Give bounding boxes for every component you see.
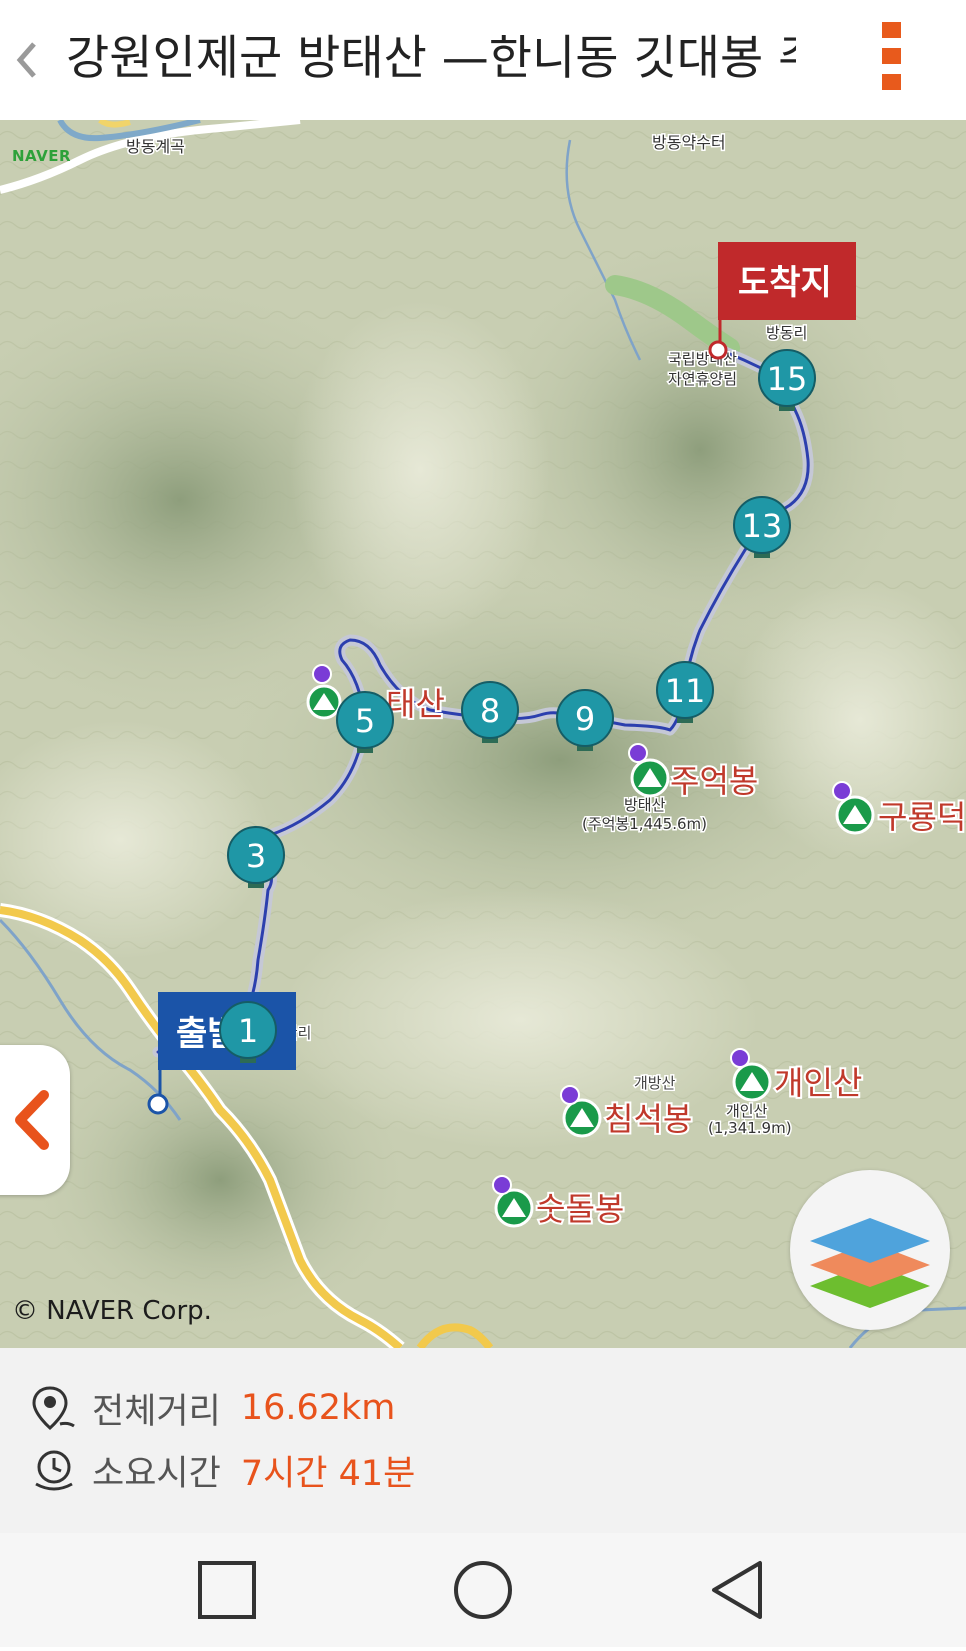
- collapse-panel-button[interactable]: [0, 1045, 70, 1195]
- waypoint-number: 13: [742, 507, 783, 545]
- back-button[interactable]: [8, 30, 44, 90]
- label-bangtae: 태산: [386, 685, 445, 723]
- label-gaein-sub1: 개인산: [726, 1102, 768, 1120]
- layers-button[interactable]: [790, 1170, 950, 1330]
- label-jueok-sub2: (주억봉1,445.6m): [582, 815, 707, 833]
- layers-icon: [810, 1218, 930, 1308]
- label-jueok: 주억봉: [670, 762, 758, 800]
- distance-value: 16.62km: [240, 1388, 396, 1428]
- chevron-left-icon: [15, 1090, 49, 1150]
- triangle-back-icon[interactable]: [712, 1561, 762, 1619]
- location-pin-icon: [32, 1386, 75, 1430]
- kebab-dot: [881, 74, 901, 90]
- waypoint-number: 11: [665, 672, 706, 710]
- more-menu-button[interactable]: [876, 22, 906, 96]
- map-canvas[interactable]: 방동계곡 방동약수터 방동리 국립방태산 자연휴양림 미산리 개방산 태산 주억…: [0, 120, 966, 1348]
- label-bangdong-ri: 방동리: [766, 324, 807, 342]
- distance-row: 전체거리 16.62km: [30, 1383, 395, 1433]
- map-copyright: © NAVER Corp.: [12, 1296, 212, 1326]
- label-forest-line2: 자연휴양림: [668, 370, 737, 388]
- time-label: 소요시간: [92, 1453, 221, 1494]
- page-title: 강원인제군 방태산 —한니동 깃대봉 주: [66, 31, 796, 86]
- label-chimseok: 침석봉: [604, 1100, 692, 1138]
- waypoint-number: 3: [246, 837, 266, 875]
- route-summary: 전체거리 16.62km 소요시간 7시간 41분: [0, 1348, 966, 1533]
- system-nav-bar: [0, 1533, 966, 1647]
- clock-icon: [35, 1450, 73, 1491]
- label-guryong: 구룡덕: [878, 798, 966, 836]
- kebab-dot: [881, 48, 901, 64]
- circle-icon[interactable]: [454, 1561, 512, 1619]
- label-jueok-sub1: 방태산: [624, 796, 666, 814]
- label-gaein-sub2: (1,341.9m): [708, 1119, 792, 1137]
- label-bangdong-spring: 방동약수터: [652, 133, 726, 152]
- end-flag-label: 도착지: [738, 263, 832, 303]
- label-sutdol: 숫돌봉: [536, 1190, 624, 1228]
- naver-logo: NAVER: [12, 147, 72, 165]
- map-view[interactable]: 방동계곡 방동약수터 방동리 국립방태산 자연휴양림 미산리 개방산 태산 주억…: [0, 120, 966, 1348]
- waypoint-number: 9: [575, 700, 595, 738]
- nav-icons: [198, 1561, 762, 1619]
- time-value: 7시간 41분: [240, 1453, 416, 1494]
- waypoint-number: 15: [767, 360, 808, 398]
- top-bar: 강원인제군 방태산 —한니동 깃대봉 주: [0, 0, 966, 120]
- distance-label: 전체거리: [92, 1391, 221, 1432]
- label-bangdong-valley: 방동계곡: [126, 137, 185, 156]
- label-gaebang-san: 개방산: [634, 1074, 676, 1092]
- waypoint-number: 5: [355, 702, 375, 740]
- kebab-menu-icon: [881, 22, 901, 38]
- label-gaein: 개인산: [774, 1064, 862, 1102]
- chevron-left-icon: [16, 42, 36, 78]
- waypoint-number: 8: [480, 692, 500, 730]
- square-icon[interactable]: [198, 1561, 256, 1619]
- time-row: 소요시간 7시간 41분: [30, 1445, 415, 1495]
- waypoint-number: 1: [238, 1012, 258, 1050]
